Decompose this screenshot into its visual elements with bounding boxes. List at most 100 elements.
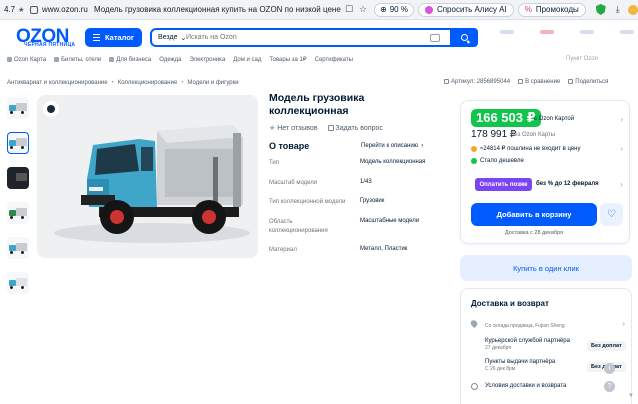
- chevron-right-icon[interactable]: ›: [620, 115, 623, 124]
- spec-value: 1/43: [360, 179, 372, 185]
- search-input[interactable]: [186, 34, 426, 41]
- subnav-item[interactable]: Билеты, отели: [54, 56, 101, 63]
- breadcrumb-item[interactable]: Антиквариат и коллекционирование: [7, 80, 108, 86]
- pay-later-button[interactable]: Оплатить позже: [475, 178, 532, 191]
- pickup-point-link[interactable]: Пункт Ozon: [566, 56, 598, 62]
- favorites-icon[interactable]: [580, 30, 594, 34]
- alice-label: Спросить Алису AI: [436, 5, 507, 14]
- orders-icon[interactable]: [540, 30, 554, 34]
- cart-icon[interactable]: [620, 30, 634, 34]
- thumbnail[interactable]: [7, 237, 29, 259]
- sub-navigation: Ozon Карта Билеты, отели Для бизнеса Оде…: [7, 56, 353, 63]
- heart-icon: ♡: [607, 209, 616, 220]
- spec-value: Масштабные модели: [360, 218, 420, 224]
- subnav-item[interactable]: Товары за 1₽: [269, 56, 306, 63]
- alice-icon: [424, 5, 433, 14]
- thumbnail[interactable]: [7, 272, 29, 294]
- compare-link[interactable]: В сравнение: [518, 79, 560, 85]
- thumbnail[interactable]: [7, 167, 29, 189]
- subnav-item[interactable]: Дом и сад: [233, 56, 261, 63]
- download-icon[interactable]: ⤓: [616, 4, 620, 15]
- logo-subtitle: ЧЁРНАЯ ПЯТНИЦА: [24, 42, 76, 48]
- thumbnail[interactable]: [7, 97, 29, 119]
- share-icon: [568, 79, 574, 84]
- search-scope-select[interactable]: Везде ⌄: [152, 34, 186, 42]
- truck-image: [54, 125, 250, 243]
- chevron-right-icon[interactable]: ›: [622, 319, 625, 328]
- scroll-down-icon[interactable]: ▼: [628, 393, 636, 401]
- breadcrumb-item[interactable]: Модели и фигурки: [187, 80, 238, 86]
- promo-button[interactable]: % Промокоды: [517, 2, 586, 17]
- article-number[interactable]: Артикул: 2856895044: [444, 79, 510, 85]
- spec-key: Область коллекционирования: [269, 219, 328, 234]
- shield-icon[interactable]: [595, 4, 606, 15]
- regular-price-label: без Ozon Карты: [511, 132, 556, 138]
- product-title: Модель грузовика коллекционная: [269, 92, 365, 117]
- zoom-icon: ⊕: [380, 5, 387, 14]
- briefcase-icon: [109, 57, 115, 62]
- rating-value: 4.7: [4, 5, 16, 14]
- coin-icon: [471, 145, 477, 152]
- card-icon: [7, 57, 12, 62]
- buy-one-click-button[interactable]: Купить в один клик: [460, 255, 632, 281]
- zoom-indicator[interactable]: ⊕ 90 %: [374, 2, 414, 17]
- delivery-heading: Доставка и возврат: [471, 299, 549, 308]
- info-icon[interactable]: i: [604, 363, 615, 374]
- chevron-right-icon[interactable]: ›: [620, 180, 623, 189]
- product-image[interactable]: [37, 95, 258, 258]
- ask-question-link[interactable]: Задать вопрос: [327, 125, 383, 132]
- thumbnail-list: [7, 97, 29, 294]
- delivery-from[interactable]: Со склада продавца, Fujian Sheng: [485, 322, 565, 329]
- truck-thumbnail-image: [9, 103, 27, 114]
- zoom-value: 90 %: [389, 5, 408, 14]
- subnav-item[interactable]: Ozon Карта: [7, 56, 46, 63]
- no-reviews-link[interactable]: ★ Нет отзывов: [269, 124, 318, 132]
- pay-later-terms: без % до 12 февраля: [536, 181, 599, 187]
- thumbnail-selected[interactable]: [7, 132, 29, 154]
- go-to-description-link[interactable]: Перейти к описанию ›: [361, 143, 423, 149]
- copy-icon: [444, 79, 449, 84]
- favorite-button[interactable]: ♡: [600, 203, 623, 226]
- subnav-item[interactable]: Электроника: [189, 56, 225, 63]
- spec-value: Металл, Пластик: [360, 246, 408, 252]
- spec-key: Тип коллекционной модели: [269, 199, 346, 205]
- breadcrumb-item[interactable]: Коллекционирование: [118, 80, 178, 86]
- product-meta: Артикул: 2856895044 В сравнение Поделить…: [444, 79, 608, 85]
- thumbnail[interactable]: [7, 202, 29, 224]
- subnav-item[interactable]: Для бизнеса: [109, 56, 151, 63]
- courier-option[interactable]: Курьерской службой партнёра 27 декабря: [485, 338, 570, 351]
- add-to-cart-button[interactable]: Добавить в корзину: [471, 203, 597, 226]
- location-pin-icon: [469, 318, 479, 329]
- truck-thumbnail-image: [9, 243, 27, 254]
- login-icon[interactable]: [500, 30, 514, 34]
- return-icon: [471, 383, 478, 390]
- address-bar[interactable]: www.ozon.ru: [42, 5, 94, 14]
- delivery-terms-link[interactable]: Условия доставки и возврата: [485, 383, 566, 389]
- breadcrumb: Антиквариат и коллекционирование • Колле…: [7, 80, 239, 86]
- help-icon[interactable]: ?: [604, 381, 615, 392]
- extension-icon[interactable]: [627, 4, 638, 15]
- breadcrumb-separator: •: [111, 80, 114, 86]
- search-button[interactable]: [450, 28, 478, 47]
- share-link[interactable]: Поделиться: [568, 79, 608, 85]
- browser-toolbar: 4.7 ★ www.ozon.ru Модель грузовика колле…: [0, 0, 638, 20]
- site-rating[interactable]: 4.7 ★: [0, 5, 26, 14]
- chevron-right-icon[interactable]: ›: [620, 144, 623, 153]
- alice-button[interactable]: Спросить Алису AI: [417, 2, 514, 17]
- chevron-right-icon: ›: [421, 143, 424, 149]
- subnav-item[interactable]: Одежда: [159, 56, 181, 63]
- bookmark-star-icon[interactable]: ☆: [356, 3, 370, 17]
- spec-value: Модель коллекционная: [360, 159, 426, 165]
- promo-label: Промокоды: [535, 5, 579, 14]
- catalog-button[interactable]: Каталог: [85, 28, 142, 47]
- lock-icon[interactable]: [30, 5, 38, 14]
- star-icon: ★: [18, 6, 25, 14]
- bookmark-icon[interactable]: ☐: [342, 3, 356, 17]
- price-card: 166 503 ₽ c Ozon Картой › 178 991 ₽ без …: [460, 100, 630, 244]
- subnav-item[interactable]: Сертификаты: [315, 56, 353, 63]
- truck-thumbnail-image: [9, 278, 27, 289]
- duty-info: ≈24814 ₽ пошлина не входит в цену: [471, 145, 580, 152]
- spec-value: Грузовик: [360, 198, 385, 204]
- pickup-points-option[interactable]: Пункты выдачи партнёра С 26 дек 8рм: [485, 359, 555, 372]
- camera-icon[interactable]: [430, 33, 440, 42]
